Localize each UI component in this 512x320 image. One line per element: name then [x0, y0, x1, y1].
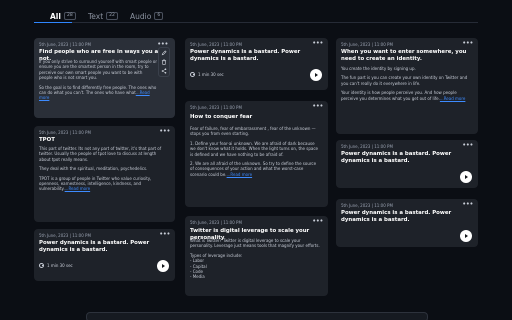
card-paragraph: They deal with the spiritual, meditation…: [39, 166, 148, 172]
tab-text-label: Text: [88, 11, 104, 21]
tab-audio-label: Audio: [130, 11, 152, 21]
card-paragraph: 1. Define your fear-ai unknown. We are a…: [190, 140, 319, 157]
card-date: 5th June, 2023 | 11:00 PM: [341, 42, 393, 47]
audio-card[interactable]: 5th June, 2023 | 11:00 PM ••• Power dyna…: [336, 140, 478, 188]
note-card[interactable]: 5th June, 2023 | 11:00 PM ••• TPOT This …: [34, 126, 175, 222]
tab-audio[interactable]: Audio 6: [130, 9, 164, 23]
audio-card[interactable]: 5th June, 2023 | 11:00 PM ••• Power dyna…: [336, 199, 478, 247]
card-paragraph: 2. We are all afraid of the unknown. So …: [190, 161, 320, 177]
card-title: Power dynamics is a bastard. Power dynam…: [341, 151, 452, 164]
card-title: Power dynamics is a bastard. Power dynam…: [190, 49, 301, 62]
more-vertical-icon[interactable]: •••: [462, 142, 473, 149]
card-paragraph: If you only strive to surround yourself …: [39, 59, 158, 81]
card-date: 5th June, 2023 | 11:00 PM: [341, 203, 393, 208]
list-item: - Media: [190, 274, 205, 280]
more-vertical-icon[interactable]: •••: [157, 41, 168, 48]
card-title: When you want to enter somewhere, you ne…: [341, 49, 467, 62]
audio-duration: 1 min 30 sec: [190, 72, 224, 77]
card-date: 5th June, 2023 | 11:00 PM: [39, 233, 91, 238]
note-card[interactable]: 5th June, 2023 | 11:00 PM ••• When you w…: [336, 38, 478, 134]
tab-audio-badge: 6: [154, 12, 164, 20]
play-button[interactable]: [310, 69, 322, 81]
read-more-link[interactable]: ...Read more: [440, 96, 466, 101]
card-paragraph: Your identity is how people perceive you…: [341, 90, 470, 101]
duration-label: 1 min 30 sec: [47, 263, 73, 268]
play-button[interactable]: [157, 260, 169, 272]
tab-all-badge: 28: [63, 12, 76, 20]
card-paragraph: Fear of failure, fear of embarrassment ,…: [190, 126, 316, 137]
card-paragraph: What is Twitter? Twitter is digital leve…: [190, 238, 320, 249]
card-paragraph: You create the identity by signing up.: [341, 66, 416, 71]
tab-bar: All 28 Text 22 Audio 6: [34, 9, 478, 23]
card-body: This part of twitter. Its not any part o…: [39, 146, 167, 196]
trash-icon[interactable]: [161, 58, 168, 65]
read-more-link[interactable]: ...Read more: [227, 172, 253, 177]
tab-all-label: All: [50, 11, 61, 21]
audio-card[interactable]: 5th June, 2023 | 11:00 PM ••• Power dyna…: [34, 229, 175, 281]
clock-icon: [190, 72, 195, 77]
read-more-link[interactable]: ...Read more: [65, 186, 91, 191]
bottom-input-bar[interactable]: [86, 312, 428, 320]
active-tab-indicator: [34, 21, 72, 23]
card-title: TPOT: [39, 137, 55, 143]
card-paragraph-text: TPOT is a group of people in Twitter who…: [39, 175, 152, 192]
play-button[interactable]: [460, 230, 472, 242]
duration-label: 1 min 30 sec: [198, 72, 224, 77]
edit-icon[interactable]: [161, 49, 168, 56]
card-date: 5th June, 2023 | 11:00 PM: [39, 130, 91, 135]
card-paragraph: This part of twitter. Its not any part o…: [39, 146, 162, 162]
card-body: You create the identity by signing up. T…: [341, 66, 470, 105]
card-title: Power dynamics is a bastard. Power dynam…: [39, 240, 150, 253]
card-date: 5th June, 2023 | 11:00 PM: [190, 105, 242, 110]
note-card[interactable]: 5th June, 2023 | 11:00 PM Find people wh…: [34, 38, 175, 118]
card-date: 5th June, 2023 | 11:00 PM: [341, 144, 393, 149]
card-action-toolbar: •••: [157, 41, 170, 77]
audio-card[interactable]: 5th June, 2023 | 11:00 PM ••• Power dyna…: [185, 38, 328, 90]
share-icon[interactable]: [161, 68, 168, 75]
card-date: 5th June, 2023 | 11:00 PM: [39, 42, 91, 47]
more-vertical-icon[interactable]: •••: [159, 128, 170, 135]
card-paragraph: So the goal is to find differently free …: [39, 85, 157, 101]
card-title: How to conquer fear: [190, 114, 253, 120]
more-vertical-icon[interactable]: •••: [312, 40, 323, 47]
card-paragraph: TPOT is a group of people in Twitter who…: [39, 176, 167, 192]
tab-text-badge: 22: [106, 12, 118, 20]
play-button[interactable]: [460, 171, 472, 183]
card-body: Fear of failure, fear of embarrassment ,…: [190, 126, 320, 181]
more-vertical-icon[interactable]: •••: [462, 201, 473, 208]
card-body: If you only strive to surround yourself …: [39, 59, 157, 105]
clock-icon: [39, 263, 44, 268]
more-vertical-icon[interactable]: •••: [159, 231, 170, 238]
card-paragraph-text: 2. We are all afraid of the unknown. So …: [190, 161, 317, 177]
tab-text[interactable]: Text 22: [88, 9, 118, 23]
card-title: Power dynamics is a bastard. Power dynam…: [341, 210, 452, 223]
audio-duration: 1 min 30 sec: [39, 263, 73, 268]
more-vertical-icon[interactable]: •••: [312, 103, 323, 110]
card-date: 5th June, 2023 | 11:00 PM: [190, 42, 242, 47]
card-date: 5th June, 2023 | 11:00 PM: [190, 220, 242, 225]
card-body: What is Twitter? Twitter is digital leve…: [190, 238, 320, 280]
card-paragraph: The fun part is you can create your own …: [341, 75, 468, 86]
note-card[interactable]: 5th June, 2023 | 11:00 PM ••• Twitter is…: [185, 216, 328, 296]
more-vertical-icon[interactable]: •••: [312, 218, 323, 225]
more-vertical-icon[interactable]: •••: [462, 40, 473, 47]
note-card[interactable]: 5th June, 2023 | 11:00 PM ••• How to con…: [185, 101, 328, 207]
